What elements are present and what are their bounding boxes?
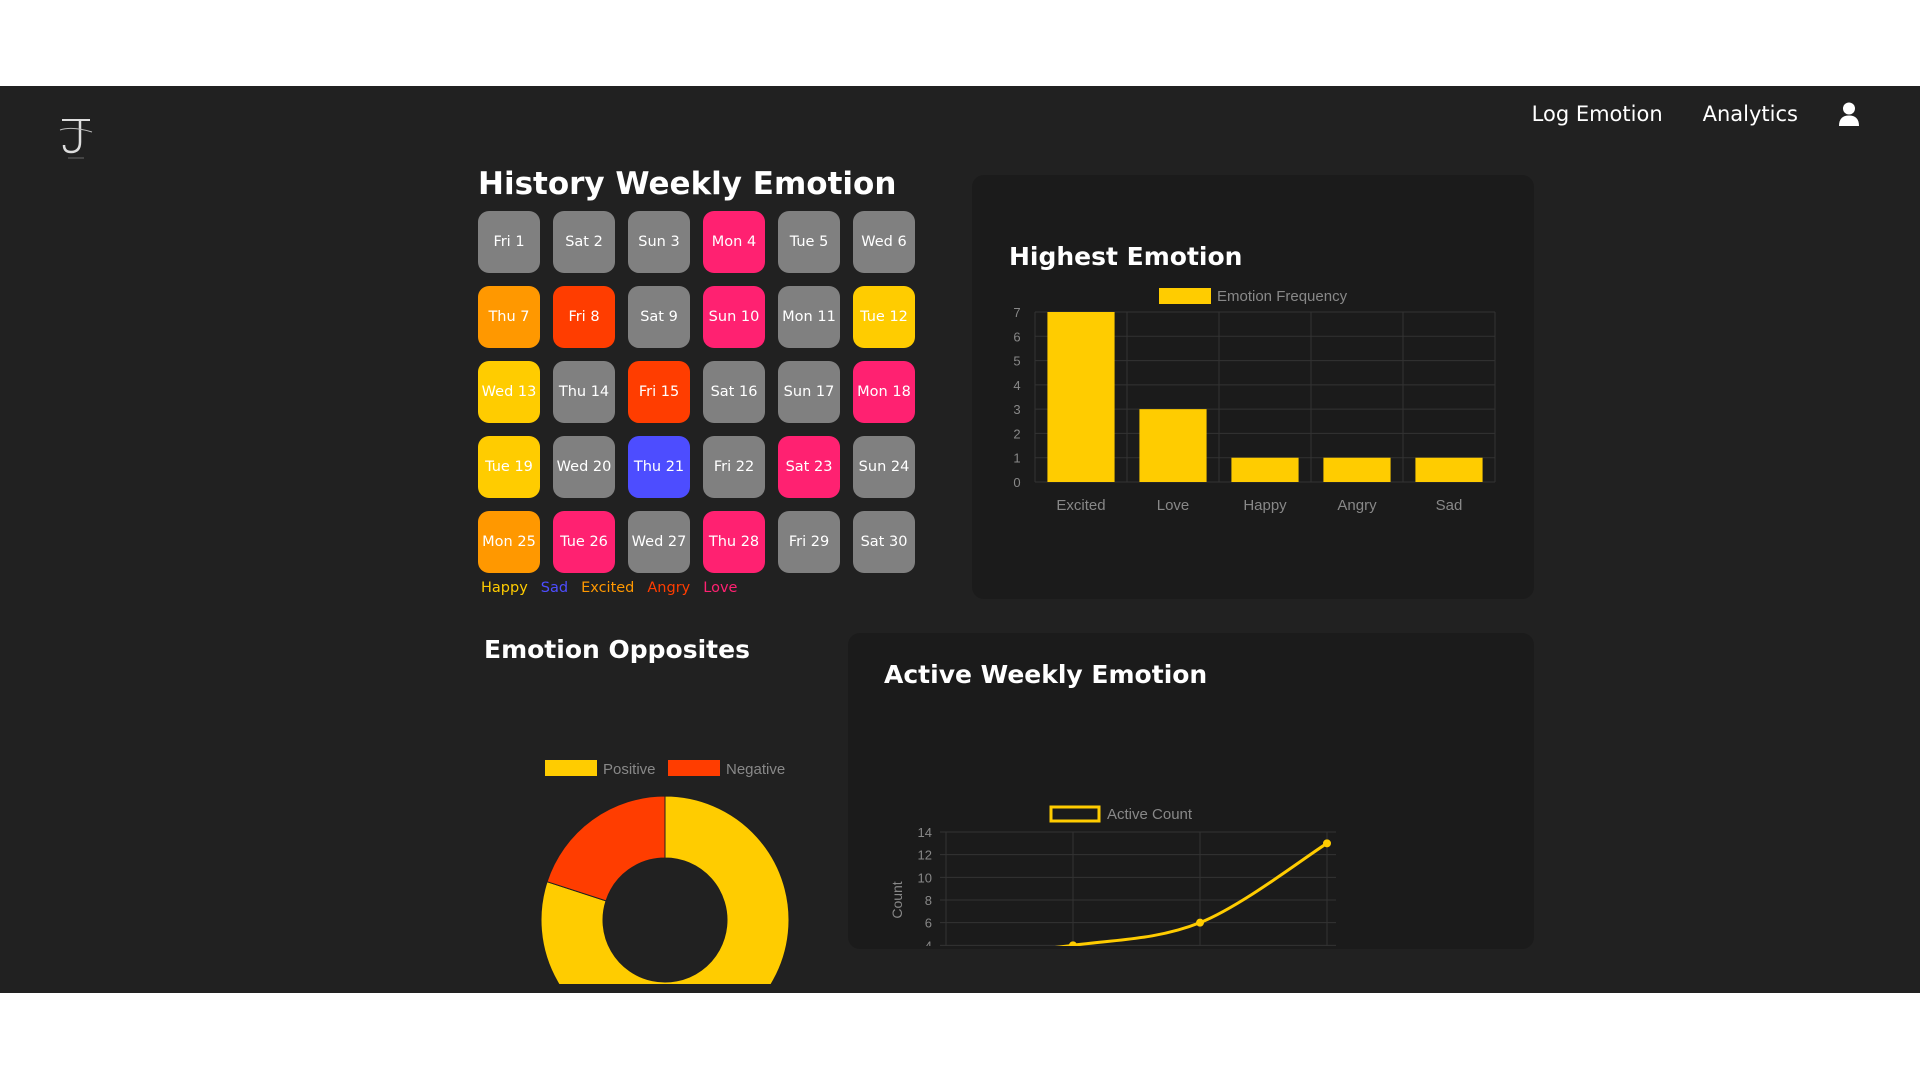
calendar-day[interactable]: Mon 4 [703, 211, 765, 273]
calendar-day[interactable]: Tue 5 [778, 211, 840, 273]
emotion-calendar: Fri 1 Sat 2 Sun 3 Mon 4 Tue 5 Wed 6 Thu 7 Fri 8… [478, 211, 915, 573]
y-axis-label: Count [889, 881, 905, 918]
nav-analytics[interactable]: Analytics [1703, 102, 1798, 126]
data-point [1069, 941, 1077, 946]
active-weekly-title: Active Weekly Emotion [884, 660, 1208, 689]
slice-negative [546, 795, 666, 902]
bar-happy [1231, 457, 1299, 482]
top-nav: Log Emotion Analytics [1532, 102, 1860, 126]
legend-label: Active Count [1107, 806, 1193, 823]
emotion-legend: Happy Sad Excited Angry Love [481, 580, 737, 596]
history-title: History Weekly Emotion [478, 166, 897, 202]
calendar-day[interactable]: Thu 28 [703, 511, 765, 573]
y-tick-label: 8 [925, 893, 932, 908]
nav-log-emotion[interactable]: Log Emotion [1532, 102, 1663, 126]
calendar-day[interactable]: Sat 9 [628, 286, 690, 348]
calendar-day[interactable]: Sun 10 [703, 286, 765, 348]
legend-item-sad: Sad [540, 580, 569, 596]
calendar-day[interactable]: Tue 19 [478, 436, 540, 498]
x-tick-label: Sad [1436, 497, 1463, 514]
calendar-day[interactable]: Sat 23 [778, 436, 840, 498]
user-icon[interactable] [1838, 102, 1860, 126]
y-tick-label: 6 [925, 916, 932, 931]
highest-emotion-title: Highest Emotion [1009, 242, 1243, 271]
emotion-opposites-chart: Positive Negative [540, 760, 790, 984]
calendar-day[interactable]: Thu 21 [628, 436, 690, 498]
calendar-day[interactable]: Sun 3 [628, 211, 690, 273]
legend-swatch [668, 760, 720, 776]
legend-label: Negative [726, 761, 785, 778]
legend-item-angry: Angry [647, 580, 691, 596]
calendar-day[interactable]: Wed 20 [553, 436, 615, 498]
calendar-day[interactable]: Fri 15 [628, 361, 690, 423]
x-tick-label: Angry [1337, 497, 1377, 514]
calendar-day[interactable]: Mon 11 [778, 286, 840, 348]
x-tick-label: Love [1157, 497, 1190, 514]
active-count-line [1054, 842, 1328, 946]
active-weekly-chart: 2468101214Week 44Week 45Week 46Week 47We… [889, 805, 1336, 946]
emotion-opposites-title: Emotion Opposites [484, 635, 750, 664]
calendar-day[interactable]: Tue 12 [853, 286, 915, 348]
bar-angry [1323, 457, 1391, 482]
calendar-day[interactable]: Fri 8 [553, 286, 615, 348]
calendar-day[interactable]: Fri 29 [778, 511, 840, 573]
legend-swatch [1159, 288, 1211, 304]
legend-label: Emotion Frequency [1217, 288, 1348, 305]
calendar-day[interactable]: Sat 30 [853, 511, 915, 573]
y-tick-label: 10 [918, 870, 932, 885]
legend-item-excited: Excited [581, 580, 635, 596]
calendar-day[interactable]: Mon 25 [478, 511, 540, 573]
calendar-day[interactable]: Thu 14 [553, 361, 615, 423]
legend-item-happy: Happy [481, 580, 528, 596]
data-point [1196, 918, 1204, 927]
highest-emotion-chart: 0 1 2 3 4 5 6 7 Excited Love Happy Angry Sad Emotion … [1013, 288, 1496, 514]
x-tick-label: Happy [1243, 497, 1287, 514]
x-tick-label: Excited [1056, 497, 1105, 514]
calendar-day[interactable]: Tue 26 [553, 511, 615, 573]
bar-excited [1047, 312, 1115, 482]
bar-sad [1415, 457, 1483, 482]
y-tick-label: 4 [1013, 378, 1020, 393]
y-tick-label: 1 [1013, 451, 1020, 466]
calendar-day[interactable]: Sat 16 [703, 361, 765, 423]
legend-swatch [1049, 805, 1101, 823]
calendar-day[interactable]: Sun 17 [778, 361, 840, 423]
legend-label: Positive [603, 761, 656, 778]
y-tick-label: 14 [918, 825, 932, 840]
y-tick-label: 7 [1013, 305, 1020, 320]
bar-love [1139, 409, 1207, 482]
j-logo-icon[interactable] [54, 112, 98, 162]
y-tick-label: 12 [918, 848, 932, 863]
y-tick-label: 0 [1013, 475, 1020, 490]
calendar-day[interactable]: Sat 2 [553, 211, 615, 273]
calendar-day[interactable]: Wed 13 [478, 361, 540, 423]
calendar-day[interactable]: Wed 6 [853, 211, 915, 273]
legend-item-love: Love [703, 580, 738, 596]
y-tick-label: 3 [1013, 402, 1020, 417]
calendar-day[interactable]: Fri 1 [478, 211, 540, 273]
y-tick-label: 2 [1013, 426, 1020, 441]
y-tick-label: 6 [1013, 329, 1020, 344]
calendar-day[interactable]: Sun 24 [853, 436, 915, 498]
data-point [1323, 839, 1331, 848]
y-tick-label: 4 [925, 938, 932, 946]
legend-swatch [545, 760, 597, 776]
calendar-day[interactable]: Thu 7 [478, 286, 540, 348]
calendar-day[interactable]: Fri 22 [703, 436, 765, 498]
app-container: Log Emotion Analytics History Weekly Emo… [0, 86, 1920, 993]
calendar-day[interactable]: Mon 18 [853, 361, 915, 423]
calendar-day[interactable]: Wed 27 [628, 511, 690, 573]
y-tick-label: 5 [1013, 354, 1020, 369]
